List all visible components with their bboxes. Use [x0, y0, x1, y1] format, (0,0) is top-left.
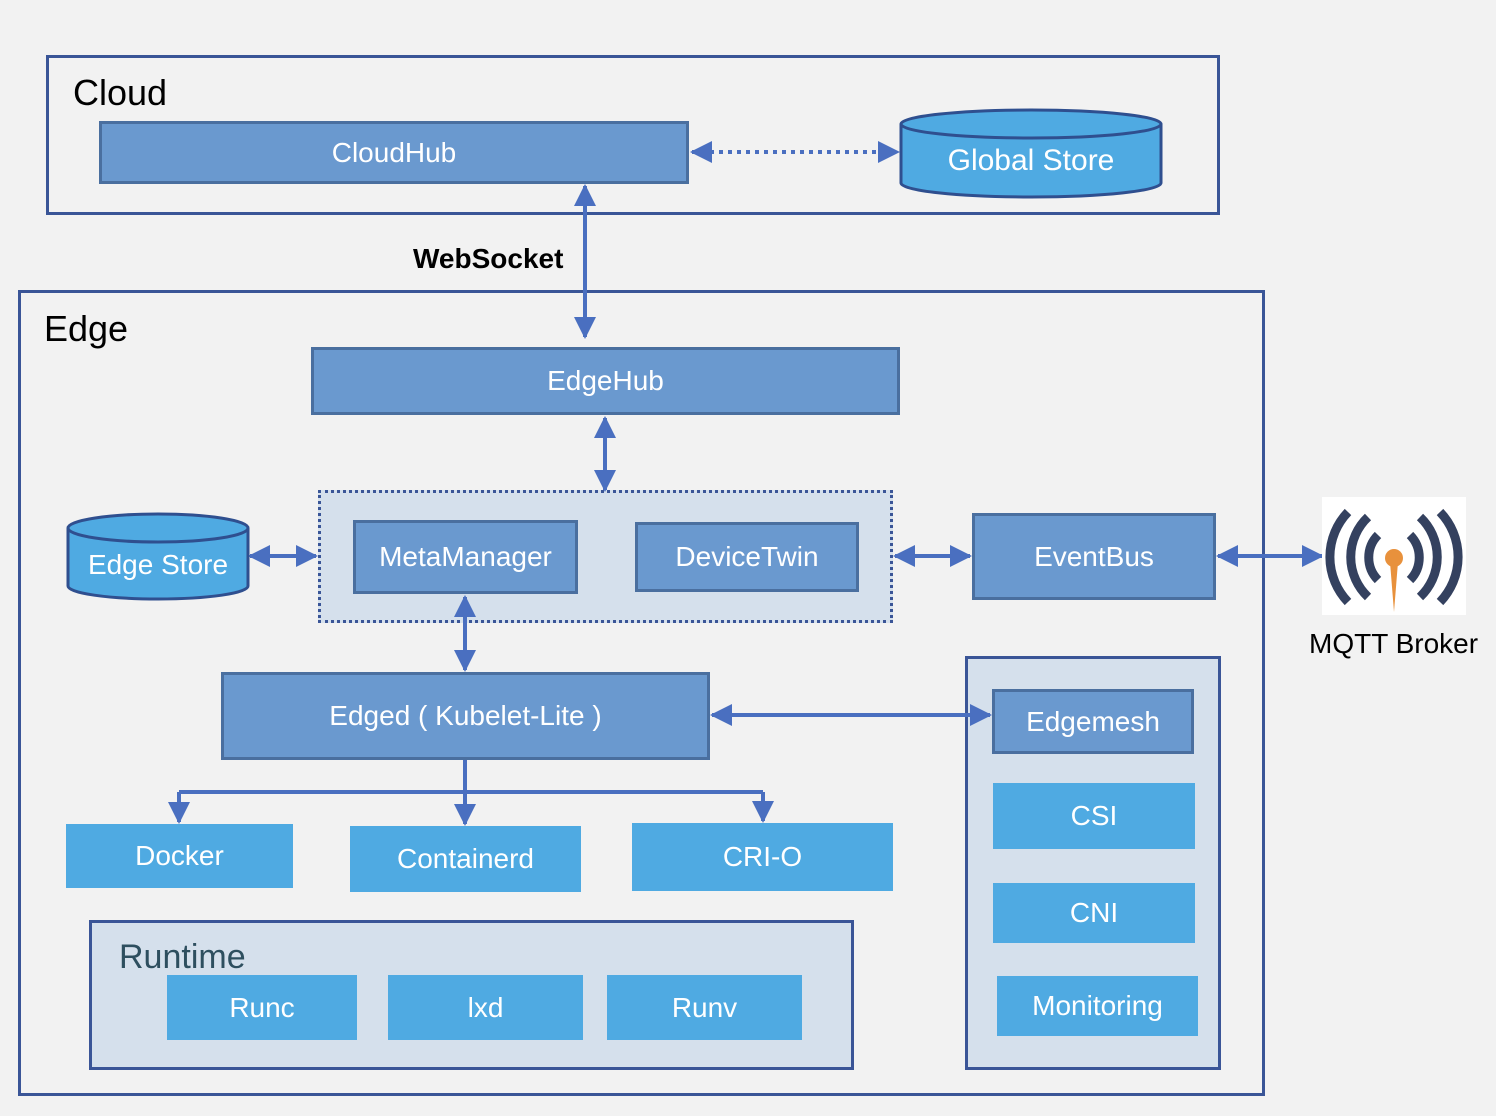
global-store-label: Global Store — [947, 144, 1115, 177]
mqtt-broadcast-icon — [1322, 497, 1466, 615]
edged-runtimes-connector — [179, 760, 763, 794]
kubeedge-architecture-diagram: Cloud CloudHub Edge WebSocket EdgeHub Me… — [0, 0, 1496, 1116]
mqtt-broker-label: MQTT Broker — [1309, 628, 1479, 659]
edge-store-label: Edge Store — [87, 549, 229, 580]
